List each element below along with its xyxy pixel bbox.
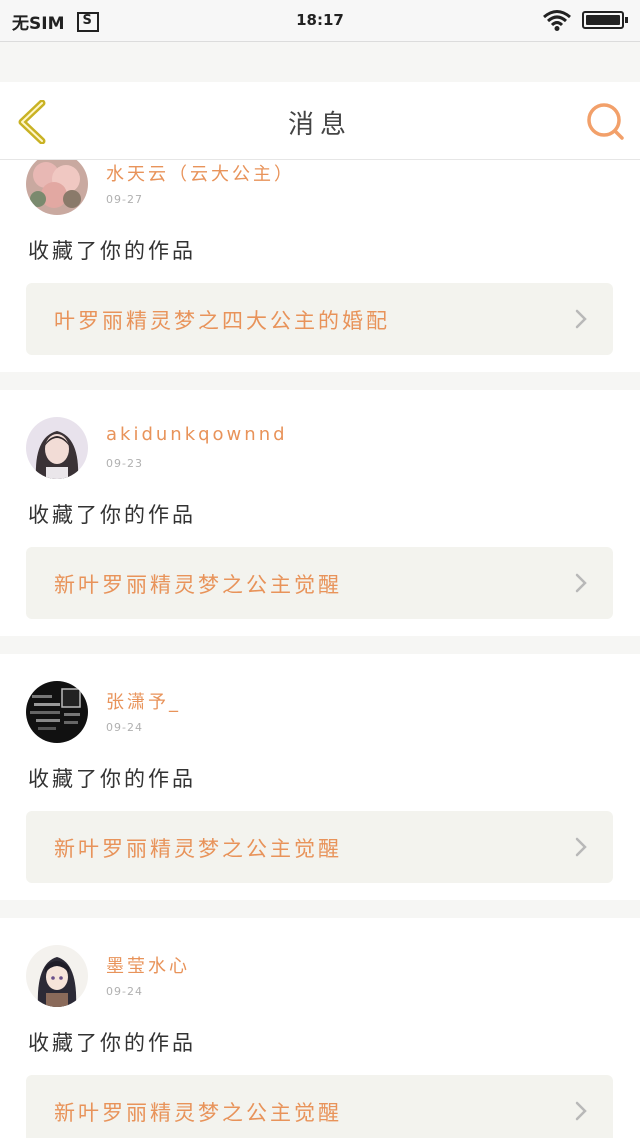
list-item: 张潇予_ 09-24 收藏了你的作品 新叶罗丽精灵梦之公主觉醒 — [0, 654, 640, 900]
search-icon — [587, 103, 624, 140]
wifi-icon — [542, 9, 572, 35]
user-name[interactable]: akidunkqownnd — [106, 424, 288, 445]
work-link[interactable]: 新叶罗丽精灵梦之公主觉醒 — [26, 1075, 613, 1138]
work-link[interactable]: 新叶罗丽精灵梦之公主觉醒 — [26, 811, 613, 883]
message-date: 09-24 — [106, 985, 143, 998]
user-name[interactable]: 水天云（云大公主） — [106, 160, 295, 186]
chevron-right-icon — [575, 573, 587, 593]
list-item: akidunkqownnd 09-23 收藏了你的作品 新叶罗丽精灵梦之公主觉醒 — [0, 390, 640, 636]
message-date: 09-24 — [106, 721, 143, 734]
user-name[interactable]: 张潇予_ — [106, 688, 181, 714]
message-text: 收藏了你的作品 — [28, 239, 196, 263]
search-button[interactable] — [584, 100, 626, 142]
chevron-right-icon — [575, 837, 587, 857]
battery-icon — [582, 11, 628, 29]
nav-header: 消息 — [0, 82, 640, 160]
avatar[interactable] — [26, 160, 88, 215]
page-title: 消息 — [287, 110, 352, 140]
list-item: 墨莹水心 09-24 收藏了你的作品 新叶罗丽精灵梦之公主觉醒 — [0, 918, 640, 1138]
message-text: 收藏了你的作品 — [28, 503, 196, 527]
message-list[interactable]: 水天云（云大公主） 09-27 收藏了你的作品 叶罗丽精灵梦之四大公主的婚配 a… — [0, 160, 640, 1138]
user-name[interactable]: 墨莹水心 — [106, 952, 190, 978]
message-text: 收藏了你的作品 — [28, 767, 196, 791]
work-title: 叶罗丽精灵梦之四大公主的婚配 — [54, 309, 390, 333]
message-text: 收藏了你的作品 — [28, 1031, 196, 1055]
chevron-right-icon — [575, 1101, 587, 1121]
work-title: 新叶罗丽精灵梦之公主觉醒 — [54, 1101, 342, 1125]
avatar[interactable] — [26, 945, 88, 1007]
work-link[interactable]: 新叶罗丽精灵梦之公主觉醒 — [26, 547, 613, 619]
avatar[interactable] — [26, 681, 88, 743]
work-link[interactable]: 叶罗丽精灵梦之四大公主的婚配 — [26, 283, 613, 355]
status-bar: 无SIM S 18:17 — [0, 0, 640, 42]
message-date: 09-27 — [106, 193, 143, 206]
avatar[interactable] — [26, 417, 88, 479]
message-date: 09-23 — [106, 457, 143, 470]
chevron-right-icon — [575, 309, 587, 329]
work-title: 新叶罗丽精灵梦之公主觉醒 — [54, 837, 342, 861]
list-item: 水天云（云大公主） 09-27 收藏了你的作品 叶罗丽精灵梦之四大公主的婚配 — [0, 160, 640, 372]
work-title: 新叶罗丽精灵梦之公主觉醒 — [54, 573, 342, 597]
